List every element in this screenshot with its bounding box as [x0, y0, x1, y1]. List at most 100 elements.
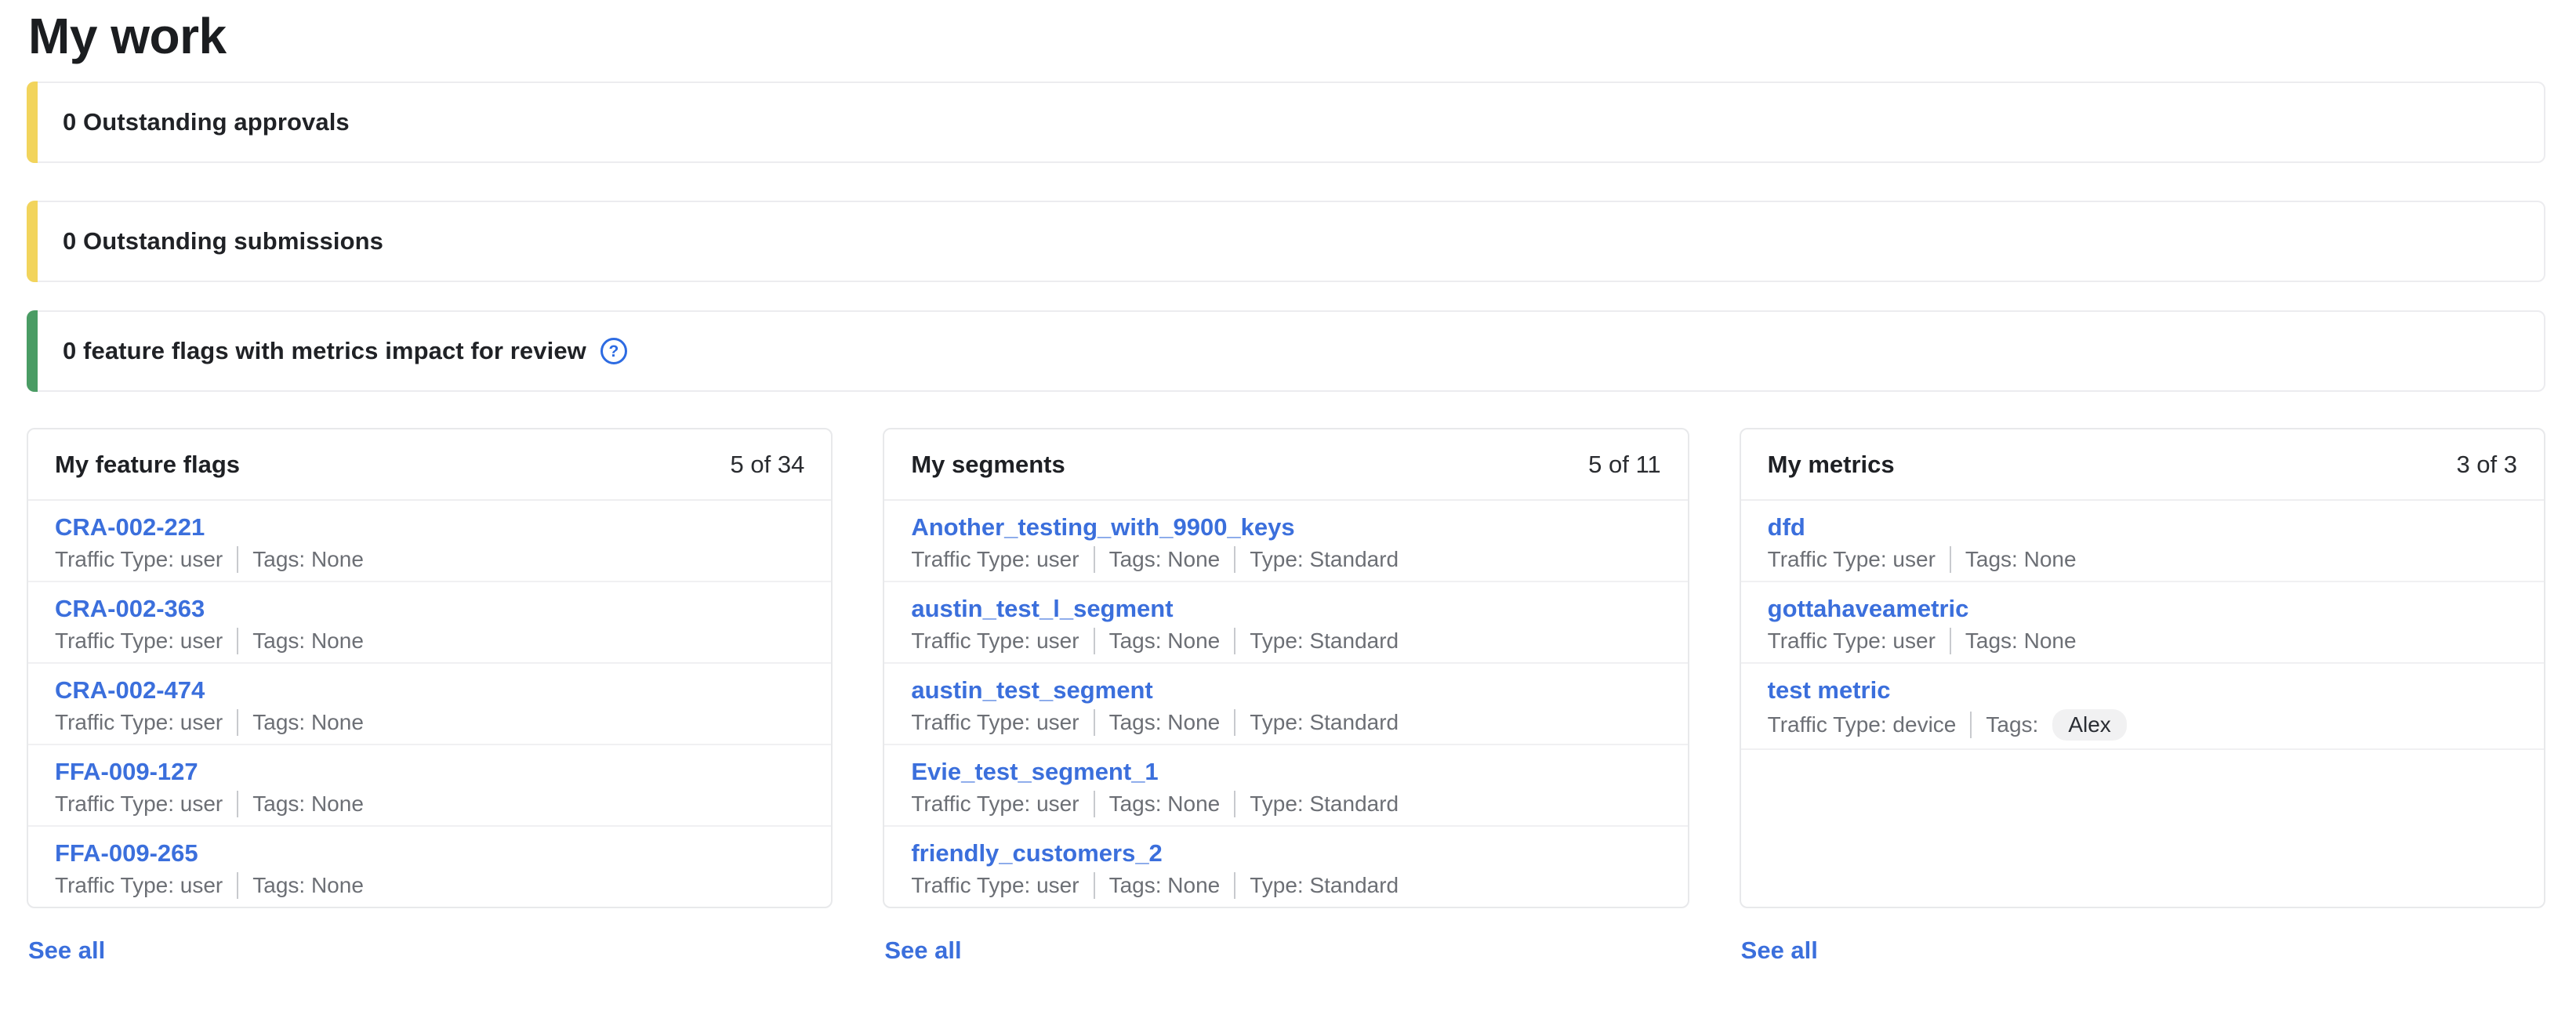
tags-label: Tags: None	[1109, 873, 1221, 898]
type-label: Type: Standard	[1250, 628, 1399, 654]
tags-label: Tags: None	[1109, 547, 1221, 572]
see-all-link[interactable]: See all	[1741, 936, 1818, 965]
traffic-type-label: Traffic Type: user	[55, 710, 223, 735]
metrics-card: My metrics 3 of 3 dfd Traffic Type: user…	[1740, 428, 2545, 908]
segments-column: My segments 5 of 11 Another_testing_with…	[883, 428, 1689, 965]
page-title: My work	[28, 8, 2545, 64]
cards-grid: My feature flags 5 of 34 CRA-002-221 Tra…	[27, 428, 2545, 965]
traffic-type-label: Traffic Type: user	[911, 628, 1079, 654]
meta-divider	[1094, 546, 1095, 573]
tags-label: Tags: None	[252, 873, 364, 898]
segments-card: My segments 5 of 11 Another_testing_with…	[883, 428, 1689, 908]
traffic-type-label: Traffic Type: user	[1768, 628, 1936, 654]
tags-label: Tags:	[1986, 712, 2038, 737]
meta-divider	[1234, 872, 1235, 899]
meta-divider	[1234, 628, 1235, 654]
meta-divider	[1970, 712, 1972, 738]
feature-flag-link[interactable]: FFA-009-127	[55, 758, 198, 786]
banner-text: 0 feature flags with metrics impact for …	[63, 337, 586, 365]
feature-flag-link[interactable]: FFA-009-265	[55, 839, 198, 868]
tags-label: Tags: None	[1965, 547, 2077, 572]
traffic-type-label: Traffic Type: user	[911, 791, 1079, 817]
type-label: Type: Standard	[1250, 791, 1399, 817]
meta-divider	[1234, 546, 1235, 573]
item-meta: Traffic Type: user Tags: None	[55, 628, 804, 654]
item-meta: Traffic Type: user Tags: None	[1768, 546, 2517, 573]
metric-link[interactable]: gottahaveametric	[1768, 595, 1969, 623]
item-meta: Traffic Type: user Tags: None Type: Stan…	[911, 628, 1660, 654]
banner-flags-metrics-impact: 0 feature flags with metrics impact for …	[27, 310, 2545, 392]
banner-text: 0 Outstanding approvals	[63, 108, 350, 136]
question-circle-icon[interactable]	[600, 338, 627, 364]
card-count: 5 of 11	[1588, 451, 1661, 479]
list-item: CRA-002-221 Traffic Type: user Tags: Non…	[28, 501, 831, 582]
tags-label: Tags: None	[1109, 791, 1221, 817]
traffic-type-label: Traffic Type: user	[55, 547, 223, 572]
meta-divider	[1094, 872, 1095, 899]
feature-flags-column: My feature flags 5 of 34 CRA-002-221 Tra…	[27, 428, 833, 965]
list-item: Another_testing_with_9900_keys Traffic T…	[884, 501, 1687, 582]
list-item: Evie_test_segment_1 Traffic Type: user T…	[884, 745, 1687, 827]
meta-divider	[1094, 628, 1095, 654]
item-meta: Traffic Type: user Tags: None Type: Stan…	[911, 791, 1660, 817]
meta-divider	[237, 872, 238, 899]
meta-divider	[237, 628, 238, 654]
meta-divider	[237, 546, 238, 573]
meta-divider	[237, 709, 238, 736]
meta-divider	[1234, 791, 1235, 817]
type-label: Type: Standard	[1250, 710, 1399, 735]
list-item: gottahaveametric Traffic Type: user Tags…	[1741, 582, 2544, 664]
banner-text: 0 Outstanding submissions	[63, 227, 383, 255]
card-header: My feature flags 5 of 34	[28, 429, 831, 501]
segment-link[interactable]: austin_test_segment	[911, 676, 1152, 705]
item-meta: Traffic Type: user Tags: None Type: Stan…	[911, 546, 1660, 573]
see-all-link[interactable]: See all	[884, 936, 961, 965]
list-item: FFA-009-127 Traffic Type: user Tags: Non…	[28, 745, 831, 827]
card-count: 3 of 3	[2456, 451, 2517, 479]
item-meta: Traffic Type: user Tags: None Type: Stan…	[911, 709, 1660, 736]
metric-link[interactable]: dfd	[1768, 513, 1805, 542]
traffic-type-label: Traffic Type: user	[911, 710, 1079, 735]
tags-label: Tags: None	[1109, 628, 1221, 654]
see-all-link[interactable]: See all	[28, 936, 105, 965]
segment-link[interactable]: Another_testing_with_9900_keys	[911, 513, 1294, 542]
item-meta: Traffic Type: user Tags: None	[55, 791, 804, 817]
metric-link[interactable]: test metric	[1768, 676, 1891, 705]
meta-divider	[1234, 709, 1235, 736]
feature-flag-link[interactable]: CRA-002-474	[55, 676, 205, 705]
tag-badge[interactable]: Alex	[2052, 709, 2126, 741]
tags-label: Tags: None	[252, 791, 364, 817]
meta-divider	[1094, 791, 1095, 817]
item-meta: Traffic Type: user Tags: None Type: Stan…	[911, 872, 1660, 899]
meta-divider	[1950, 546, 1951, 573]
traffic-type-label: Traffic Type: user	[911, 873, 1079, 898]
traffic-type-label: Traffic Type: user	[1768, 547, 1936, 572]
traffic-type-label: Traffic Type: user	[911, 547, 1079, 572]
card-title: My feature flags	[55, 451, 240, 479]
traffic-type-label: Traffic Type: user	[55, 791, 223, 817]
banner-accent-bar	[27, 82, 38, 163]
feature-flag-link[interactable]: CRA-002-221	[55, 513, 205, 542]
list-item: austin_test_segment Traffic Type: user T…	[884, 664, 1687, 745]
traffic-type-label: Traffic Type: device	[1768, 712, 1957, 737]
card-header: My segments 5 of 11	[884, 429, 1687, 501]
list-item: austin_test_l_segment Traffic Type: user…	[884, 582, 1687, 664]
card-header: My metrics 3 of 3	[1741, 429, 2544, 501]
meta-divider	[1950, 628, 1951, 654]
segment-link[interactable]: Evie_test_segment_1	[911, 758, 1158, 786]
meta-divider	[237, 791, 238, 817]
tags-label: Tags: None	[252, 547, 364, 572]
my-work-page: My work 0 Outstanding approvals 0 Outsta…	[0, 0, 2576, 1036]
item-meta: Traffic Type: user Tags: None	[55, 546, 804, 573]
tags-label: Tags: None	[252, 628, 364, 654]
metrics-column: My metrics 3 of 3 dfd Traffic Type: user…	[1740, 428, 2545, 965]
feature-flags-card: My feature flags 5 of 34 CRA-002-221 Tra…	[27, 428, 833, 908]
feature-flag-link[interactable]: CRA-002-363	[55, 595, 205, 623]
segment-link[interactable]: austin_test_l_segment	[911, 595, 1173, 623]
tags-label: Tags: None	[1109, 710, 1221, 735]
banner-outstanding-submissions: 0 Outstanding submissions	[27, 201, 2545, 282]
item-meta: Traffic Type: device Tags: Alex	[1768, 709, 2517, 741]
segment-link[interactable]: friendly_customers_2	[911, 839, 1162, 868]
type-label: Type: Standard	[1250, 873, 1399, 898]
meta-divider	[1094, 709, 1095, 736]
